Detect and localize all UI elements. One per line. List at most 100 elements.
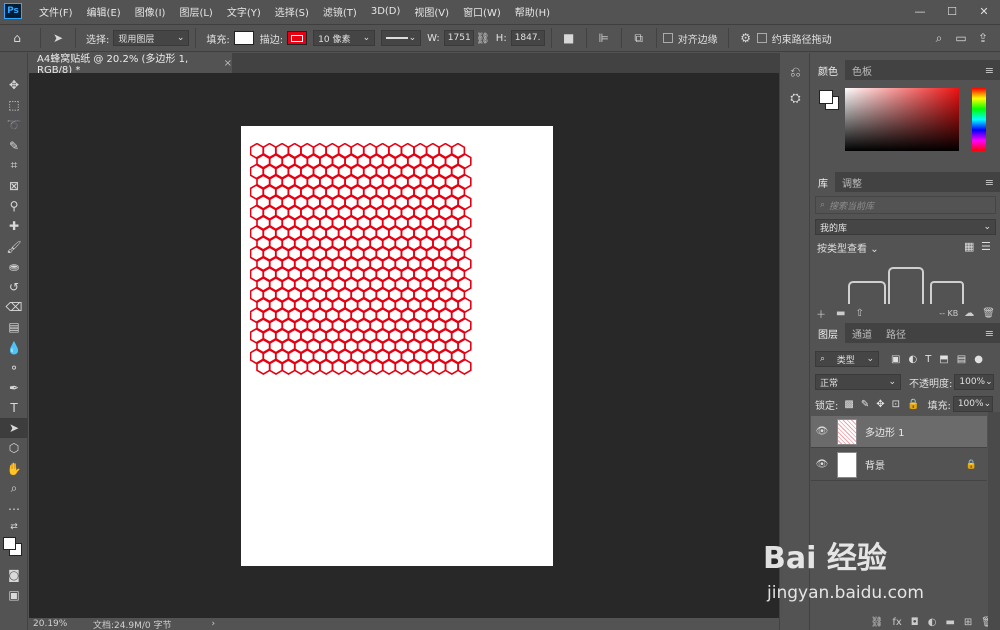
foreground-color-swatch[interactable] xyxy=(3,537,16,551)
menu-edit[interactable]: 编辑(E) xyxy=(80,4,128,19)
foreground-color-swatch[interactable] xyxy=(819,90,833,104)
tab-channels[interactable]: 通道 xyxy=(845,323,879,343)
lasso-tool-icon[interactable]: ➰ xyxy=(0,115,28,135)
fill-color-swatch[interactable] xyxy=(233,31,254,45)
layer-style-icon[interactable]: fx xyxy=(892,617,901,628)
grid-view-icon[interactable]: ▦ xyxy=(964,240,974,253)
lock-all-icon[interactable]: 🔒 xyxy=(907,399,919,410)
document-tab[interactable]: A4蜂窝贴纸 @ 20.2% (多边形 1, RGB/8) * × xyxy=(29,53,232,76)
screen-mode-icon[interactable]: ▣ xyxy=(0,585,28,605)
properties-icon[interactable]: ⛭ xyxy=(780,85,811,111)
path-selection-tool-icon[interactable]: ➤ xyxy=(47,28,69,48)
library-dropdown[interactable]: 我的库 ⌄ xyxy=(815,219,996,235)
link-icon[interactable]: ⛓ xyxy=(474,28,492,48)
share-icon[interactable]: ⇪ xyxy=(972,28,994,48)
visibility-eye-icon[interactable]: 👁 xyxy=(811,459,833,470)
eyedropper-tool-icon[interactable]: ⚲ xyxy=(0,196,28,216)
honeycomb-pattern[interactable] xyxy=(250,143,472,379)
path-selection-tool-icon[interactable]: ➤ xyxy=(0,418,28,439)
more-tools-icon[interactable]: ⋯ xyxy=(0,499,28,519)
blur-tool-icon[interactable]: 💧 xyxy=(0,337,28,357)
gradient-tool-icon[interactable]: ▤ xyxy=(0,317,28,337)
panel-scrollbar[interactable] xyxy=(988,412,1000,630)
clone-stamp-tool-icon[interactable]: ⛂ xyxy=(0,257,28,277)
width-field[interactable]: 1751.13 xyxy=(443,30,474,46)
lock-image-icon[interactable]: ✎ xyxy=(861,399,869,410)
zoom-level[interactable]: 20.19% xyxy=(33,619,93,629)
tab-swatches[interactable]: 色板 xyxy=(845,60,879,80)
trash-icon[interactable]: 🗑 xyxy=(982,308,995,319)
list-view-icon[interactable]: ☰ xyxy=(981,240,991,253)
menu-layer[interactable]: 图层(L) xyxy=(172,4,219,19)
menu-type[interactable]: 文字(Y) xyxy=(220,4,268,19)
view-by-dropdown[interactable]: 按类型查看 ⌄ xyxy=(817,240,879,255)
color-picker-field[interactable] xyxy=(845,88,959,151)
menu-file[interactable]: 文件(F) xyxy=(32,4,80,19)
menu-view[interactable]: 视图(V) xyxy=(407,4,456,19)
stroke-color-swatch[interactable] xyxy=(287,31,308,45)
new-group-icon[interactable]: ▬ xyxy=(945,617,954,628)
upload-icon[interactable]: ⇧ xyxy=(855,308,863,319)
gear-icon[interactable]: ⚙ xyxy=(735,28,757,48)
constrain-path-checkbox[interactable] xyxy=(756,33,767,43)
path-operations-icon[interactable]: ■ xyxy=(558,28,580,48)
lock-transparent-icon[interactable]: ▩ xyxy=(844,399,853,410)
lock-position-icon[interactable]: ✥ xyxy=(876,399,884,410)
search-icon[interactable]: ⌕ xyxy=(928,28,950,48)
document-canvas[interactable] xyxy=(241,126,553,566)
status-arrow-icon[interactable]: › xyxy=(211,619,215,629)
layer-mask-icon[interactable]: ◘ xyxy=(911,617,919,628)
adjustment-filter-icon[interactable]: ◐ xyxy=(908,354,917,365)
library-search-input[interactable]: ⌕ 搜索当前库 xyxy=(815,196,996,214)
stroke-type-dropdown[interactable]: ⌄ xyxy=(381,30,422,46)
adjustment-layer-icon[interactable]: ◐ xyxy=(928,617,937,628)
opacity-field[interactable]: 100% ⌄ xyxy=(954,374,995,390)
document-info[interactable]: 文档:24.9M/0 字节 xyxy=(93,618,171,630)
workspace-icon[interactable]: ▭ xyxy=(950,28,972,48)
history-brush-tool-icon[interactable]: ↺ xyxy=(0,277,28,297)
quick-mask-icon[interactable]: ◙ xyxy=(0,565,28,585)
menu-select[interactable]: 选择(S) xyxy=(268,4,316,19)
dodge-tool-icon[interactable]: ⚬ xyxy=(0,358,28,378)
panel-menu-icon[interactable]: ≡ xyxy=(985,176,994,189)
brush-tool-icon[interactable]: 🖌 xyxy=(0,237,28,257)
tab-paths[interactable]: 路径 xyxy=(879,323,913,343)
canvas-area[interactable] xyxy=(29,73,779,618)
height-field[interactable]: 1847.97 xyxy=(510,30,545,46)
healing-brush-tool-icon[interactable]: ✚ xyxy=(0,216,28,236)
cloud-icon[interactable]: ☁ xyxy=(964,308,974,319)
menu-3d[interactable]: 3D(D) xyxy=(364,6,408,17)
toolbar-grip[interactable] xyxy=(0,53,27,75)
frame-tool-icon[interactable]: ⊠ xyxy=(0,176,28,196)
photoshop-logo[interactable]: Ps xyxy=(4,3,22,19)
new-layer-icon[interactable]: ⊞ xyxy=(964,617,972,628)
history-icon[interactable]: ⎌ xyxy=(780,59,811,85)
menu-image[interactable]: 图像(I) xyxy=(128,4,173,19)
align-edges-checkbox[interactable] xyxy=(662,33,673,43)
panel-menu-icon[interactable]: ≡ xyxy=(985,327,994,340)
layer-row-background[interactable]: 👁 背景 🔒 xyxy=(811,449,987,481)
close-icon[interactable]: × xyxy=(224,58,232,69)
visibility-eye-icon[interactable]: 👁 xyxy=(811,426,833,437)
home-icon[interactable]: ⌂ xyxy=(0,28,34,48)
layer-row-polygon[interactable]: 👁 多边形 1 xyxy=(811,416,987,448)
pen-tool-icon[interactable]: ✒ xyxy=(0,378,28,398)
add-icon[interactable]: ＋ xyxy=(816,306,826,321)
link-layers-icon[interactable]: ⛓ xyxy=(871,617,884,628)
menu-filter[interactable]: 滤镜(T) xyxy=(316,4,364,19)
fill-field[interactable]: 100% ⌄ xyxy=(952,396,993,412)
select-mode-dropdown[interactable]: 现用图层 ⌄ xyxy=(113,30,190,46)
menu-window[interactable]: 窗口(W) xyxy=(456,4,508,19)
path-alignment-icon[interactable]: ⊫ xyxy=(593,28,615,48)
lock-artboard-icon[interactable]: ⊡ xyxy=(892,399,900,410)
swap-colors-icon[interactable]: ⇄ xyxy=(0,519,28,535)
filter-toggle-icon[interactable]: ● xyxy=(974,354,983,365)
quick-selection-tool-icon[interactable]: ✎ xyxy=(0,136,28,156)
zoom-tool-icon[interactable]: ⌕ xyxy=(0,479,28,499)
crop-tool-icon[interactable]: ⌗ xyxy=(0,156,28,176)
hand-tool-icon[interactable]: ✋ xyxy=(0,459,28,479)
menu-help[interactable]: 帮助(H) xyxy=(508,4,557,19)
hue-slider[interactable] xyxy=(972,88,986,151)
folder-icon[interactable]: ▬ xyxy=(836,308,845,319)
polygon-tool-icon[interactable]: ⬡ xyxy=(0,438,28,458)
